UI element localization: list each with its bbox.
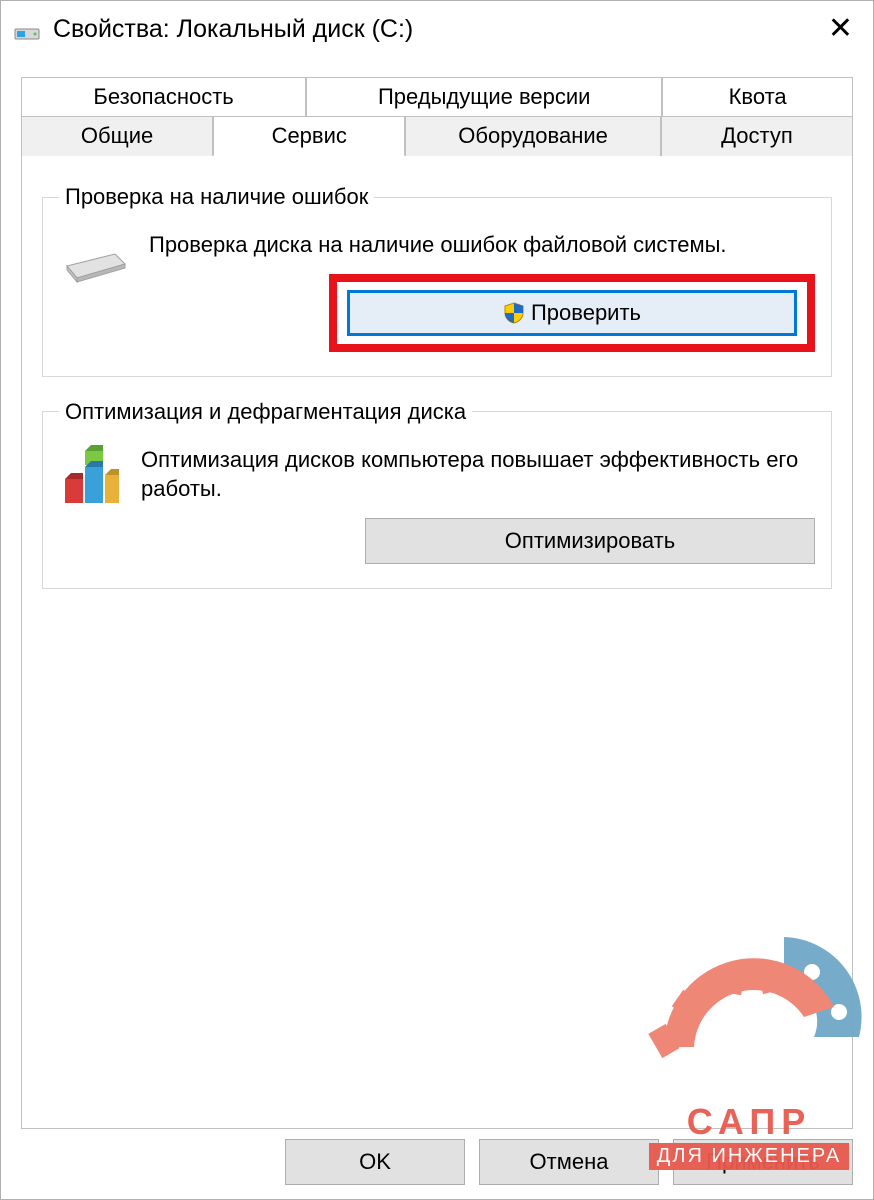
tab-label: Сервис [272,123,347,148]
tab-previous-versions[interactable]: Предыдущие версии [306,77,662,116]
cancel-button[interactable]: Отмена [479,1139,659,1185]
tab-security[interactable]: Безопасность [21,77,306,116]
titlebar: Свойства: Локальный диск (C:) ✕ [1,1,873,57]
tab-label: Доступ [721,123,793,148]
button-label: Отмена [530,1149,609,1175]
tab-label: Предыдущие версии [378,84,591,109]
tab-label: Оборудование [458,123,608,148]
drive-icon [13,15,41,43]
tab-tools[interactable]: Сервис [213,116,405,156]
optimize-description: Оптимизация дисков компьютера повышает э… [141,445,815,504]
dialog-footer: OK Отмена Применить [1,1129,873,1199]
group-legend: Проверка на наличие ошибок [59,184,374,210]
tab-sharing[interactable]: Доступ [661,116,853,156]
optimize-button[interactable]: Оптимизировать [365,518,815,564]
close-button[interactable]: ✕ [820,14,861,44]
tab-quota[interactable]: Квота [662,77,853,116]
hard-drive-icon [59,230,131,286]
check-button[interactable]: Проверить [347,290,797,336]
defrag-icon [59,445,123,509]
properties-dialog: Свойства: Локальный диск (C:) ✕ Безопасн… [0,0,874,1200]
window-title: Свойства: Локальный диск (C:) [53,15,820,44]
error-checking-group: Проверка на наличие ошибок Проверка диск… [42,184,832,377]
error-checking-description: Проверка диска на наличие ошибок файлово… [149,230,815,260]
tab-label: Квота [729,84,787,109]
button-label: OK [359,1149,391,1175]
tab-panel: Проверка на наличие ошибок Проверка диск… [21,156,853,1129]
optimize-group: Оптимизация и дефрагментация диска [42,399,832,589]
tab-label: Общие [81,123,153,148]
tab-general[interactable]: Общие [21,116,213,156]
apply-button[interactable]: Применить [673,1139,853,1185]
button-label: Оптимизировать [505,528,675,554]
dialog-content: Безопасность Предыдущие версии Квота Общ… [1,57,873,1129]
tab-label: Безопасность [93,84,233,109]
button-label: Применить [706,1149,820,1175]
highlight-annotation: Проверить [329,274,815,352]
tab-strip: Безопасность Предыдущие версии Квота Общ… [21,77,853,156]
shield-icon [503,302,525,324]
tab-hardware[interactable]: Оборудование [405,116,661,156]
group-legend: Оптимизация и дефрагментация диска [59,399,472,425]
ok-button[interactable]: OK [285,1139,465,1185]
button-label: Проверить [531,300,641,326]
